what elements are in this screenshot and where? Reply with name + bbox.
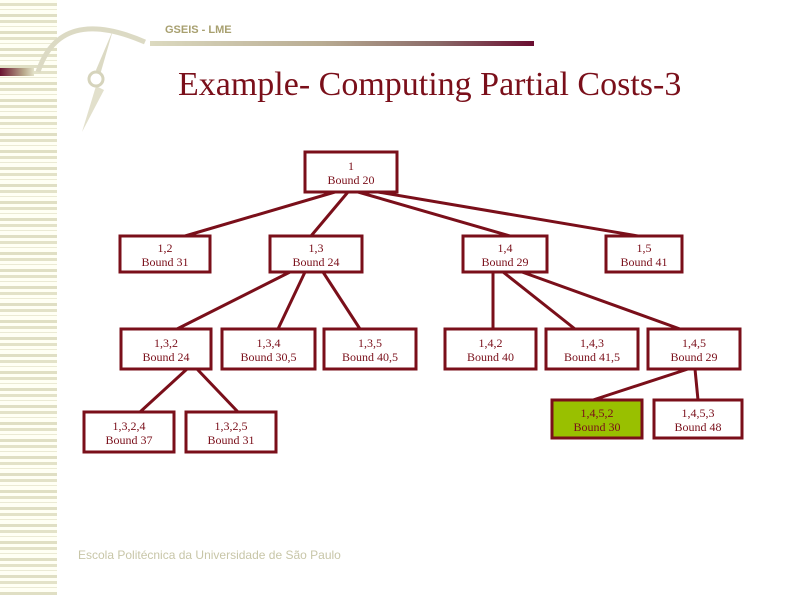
node-bound-label: Bound 40,5 bbox=[342, 350, 398, 364]
node-bound-label: Bound 24 bbox=[142, 350, 189, 364]
node-path-label: 1,3,2 bbox=[154, 336, 178, 350]
tree-node: 1,4,5,3Bound 48 bbox=[652, 398, 744, 440]
node-path-label: 1,3 bbox=[309, 241, 324, 255]
tree-edges bbox=[138, 190, 700, 414]
tree-edge bbox=[377, 190, 639, 238]
node-path-label: 1,3,2,4 bbox=[113, 419, 146, 433]
node-path-label: 1,4,5,2 bbox=[581, 406, 614, 420]
tree-node: 1,4,2Bound 40 bbox=[443, 327, 538, 371]
tree-edge bbox=[321, 271, 362, 330]
tree-edge bbox=[502, 270, 576, 331]
tree-node: 1,3,5Bound 40,5 bbox=[322, 327, 418, 371]
node-path-label: 1,3,4 bbox=[257, 336, 281, 350]
node-path-label: 1,3,5 bbox=[358, 336, 382, 350]
tree-edge bbox=[138, 367, 189, 414]
node-path-label: 1,4,5,3 bbox=[682, 406, 715, 420]
node-bound-label: Bound 48 bbox=[674, 420, 721, 434]
tree-edge bbox=[195, 367, 240, 414]
node-path-label: 1 bbox=[348, 159, 354, 173]
node-bound-label: Bound 31 bbox=[207, 433, 254, 447]
tree-node: 1,3,2,4Bound 37 bbox=[82, 410, 176, 454]
node-path-label: 1,4 bbox=[498, 241, 513, 255]
slide-footer: Escola Politécnica da Universidade de Sã… bbox=[78, 548, 341, 562]
node-bound-label: Bound 30 bbox=[573, 420, 620, 434]
tree-edge bbox=[176, 270, 291, 331]
branch-and-bound-tree: 1Bound 201,2Bound 311,3Bound 241,4Bound … bbox=[82, 150, 744, 454]
node-path-label: 1,4,3 bbox=[580, 336, 604, 350]
node-bound-label: Bound 29 bbox=[670, 350, 717, 364]
tree-node: 1,4,5Bound 29 bbox=[646, 327, 742, 371]
node-bound-label: Bound 41,5 bbox=[564, 350, 620, 364]
tree-node: 1,5Bound 41 bbox=[604, 234, 684, 274]
tree-node: 1,2Bound 31 bbox=[118, 234, 212, 274]
node-path-label: 1,4,5 bbox=[682, 336, 706, 350]
node-bound-label: Bound 29 bbox=[481, 255, 528, 269]
tree-node: 1,3,2,5Bound 31 bbox=[184, 410, 278, 454]
node-bound-label: Bound 24 bbox=[292, 255, 339, 269]
node-path-label: 1,4,2 bbox=[479, 336, 503, 350]
tree-edge bbox=[693, 368, 700, 401]
tree-edge bbox=[276, 271, 307, 330]
tree-edge bbox=[521, 270, 681, 331]
tree-node: 1,4Bound 29 bbox=[461, 234, 549, 274]
tree-edge bbox=[357, 190, 511, 238]
node-bound-label: Bound 20 bbox=[327, 173, 374, 187]
tree-node: 1Bound 20 bbox=[303, 150, 399, 194]
tree-edge bbox=[184, 190, 336, 238]
node-bound-label: Bound 37 bbox=[105, 433, 152, 447]
node-bound-label: Bound 41 bbox=[620, 255, 667, 269]
node-bound-label: Bound 31 bbox=[141, 255, 188, 269]
node-bound-label: Bound 40 bbox=[467, 350, 514, 364]
node-path-label: 1,2 bbox=[158, 241, 173, 255]
node-path-label: 1,5 bbox=[637, 241, 652, 255]
node-path-label: 1,3,2,5 bbox=[215, 419, 248, 433]
tree-node: 1,3,2Bound 24 bbox=[119, 327, 213, 371]
tree-node: 1,3Bound 24 bbox=[268, 234, 364, 274]
tree-node: 1,4,5,2Bound 30 bbox=[550, 398, 644, 440]
tree-node: 1,4,3Bound 41,5 bbox=[544, 327, 640, 371]
tree-edge bbox=[592, 367, 689, 402]
tree-node: 1,3,4Bound 30,5 bbox=[220, 327, 317, 371]
node-bound-label: Bound 30,5 bbox=[240, 350, 296, 364]
